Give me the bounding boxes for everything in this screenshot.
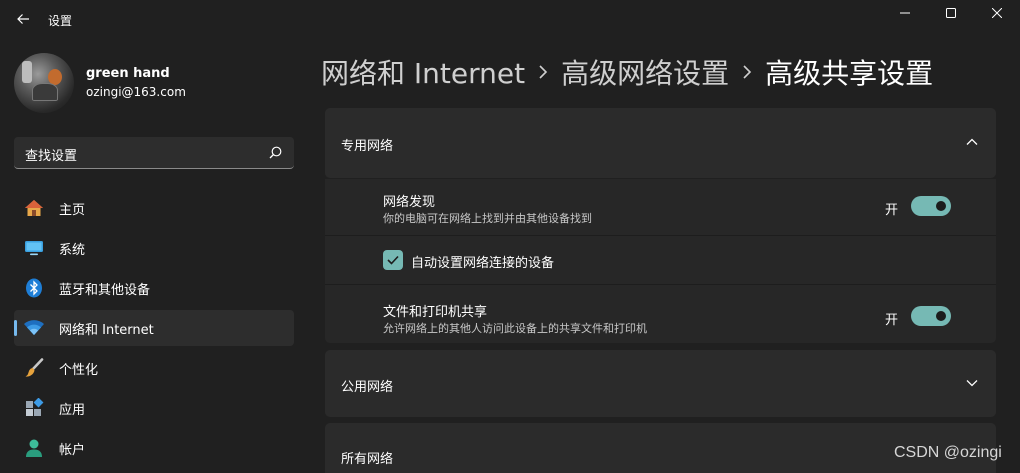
chevron-right-icon [525, 65, 561, 79]
home-icon [23, 197, 45, 219]
section-title: 公用网络 [341, 380, 394, 395]
back-button[interactable] [12, 8, 34, 30]
user-name: green hand [86, 66, 170, 81]
back-arrow-icon [17, 14, 29, 24]
app-title: 设置 [48, 14, 73, 28]
sidebar-item-bluetooth[interactable]: 蓝牙和其他设备 [14, 270, 294, 306]
section-title: 所有网络 [341, 452, 394, 467]
sidebar-item-personalization[interactable]: 个性化 [14, 350, 294, 386]
sidebar-item-label: 应用 [59, 402, 86, 418]
user-profile[interactable]: green hand ozingi@163.com [14, 53, 186, 113]
row-title: 网络发现 [383, 195, 436, 210]
maximize-button[interactable] [928, 0, 974, 26]
public-network-section[interactable]: 公用网络 [325, 350, 996, 417]
apps-icon [23, 397, 45, 419]
auto-setup-checkbox[interactable] [383, 250, 403, 270]
checkmark-icon [387, 255, 399, 265]
sidebar-item-apps[interactable]: 应用 [14, 390, 294, 426]
file-printer-sharing-row: 文件和打印机共享 允许网络上的其他人访问此设备上的共享文件和打印机 开 [325, 285, 996, 343]
avatar [14, 53, 74, 113]
file-sharing-toggle[interactable] [911, 306, 951, 326]
row-title: 文件和打印机共享 [383, 305, 488, 320]
row-description: 你的电脑可在网络上找到并由其他设备找到 [383, 212, 592, 225]
toggle-knob [936, 311, 946, 321]
brush-icon [23, 357, 45, 379]
wifi-icon [23, 317, 45, 339]
maximize-icon [946, 8, 956, 18]
chevron-right-icon [729, 65, 765, 79]
search-icon [269, 146, 282, 159]
toggle-state-label: 开 [885, 313, 899, 328]
sidebar-item-account[interactable]: 帐户 [14, 430, 294, 466]
title-bar: 设置 [0, 0, 1020, 40]
system-monitor-icon [23, 237, 45, 259]
search-placeholder: 查找设置 [25, 149, 78, 164]
breadcrumb: 网络和 Internet 高级网络设置 高级共享设置 [321, 52, 933, 92]
sidebar-item-label: 帐户 [59, 442, 86, 458]
bluetooth-icon [23, 277, 45, 299]
sidebar-item-label: 个性化 [59, 362, 99, 378]
checkbox-label: 自动设置网络连接的设备 [411, 256, 555, 271]
sidebar-item-label: 网络和 Internet [59, 322, 154, 338]
auto-setup-row: 自动设置网络连接的设备 [325, 236, 996, 284]
search-input[interactable]: 查找设置 [14, 137, 294, 169]
page-title: 高级共享设置 [765, 57, 934, 90]
close-icon [992, 8, 1002, 18]
chevron-up-icon [966, 138, 978, 145]
sidebar-item-system[interactable]: 系统 [14, 230, 294, 266]
sidebar-item-label: 系统 [59, 242, 86, 258]
sidebar-item-label: 主页 [59, 202, 86, 218]
chevron-down-icon [966, 380, 978, 387]
close-button[interactable] [974, 0, 1020, 26]
user-email: ozingi@163.com [86, 85, 186, 99]
private-network-section[interactable]: 专用网络 [325, 108, 996, 178]
account-icon [23, 437, 45, 459]
sidebar-item-home[interactable]: 主页 [14, 190, 294, 226]
section-title: 专用网络 [341, 139, 394, 154]
row-description: 允许网络上的其他人访问此设备上的共享文件和打印机 [383, 322, 647, 335]
watermark: CSDN @ozingi [894, 444, 1002, 461]
sidebar-nav: 主页 系统 蓝牙和其他设备 网络和 Internet 个性化 应用 帐户 [14, 190, 294, 470]
breadcrumb-network[interactable]: 网络和 Internet [321, 52, 525, 92]
network-discovery-row: 网络发现 你的电脑可在网络上找到并由其他设备找到 开 [325, 179, 996, 235]
toggle-state-label: 开 [885, 203, 899, 218]
sidebar-item-label: 蓝牙和其他设备 [59, 282, 151, 298]
sidebar-item-network[interactable]: 网络和 Internet [14, 310, 294, 346]
active-indicator [14, 320, 17, 336]
network-discovery-toggle[interactable] [911, 196, 951, 216]
section-header[interactable]: 公用网络 [325, 350, 996, 417]
toggle-knob [936, 201, 946, 211]
minimize-icon [900, 12, 910, 14]
breadcrumb-advanced-network[interactable]: 高级网络设置 [561, 52, 729, 92]
minimize-button[interactable] [882, 0, 928, 26]
section-header[interactable]: 专用网络 [325, 108, 996, 178]
